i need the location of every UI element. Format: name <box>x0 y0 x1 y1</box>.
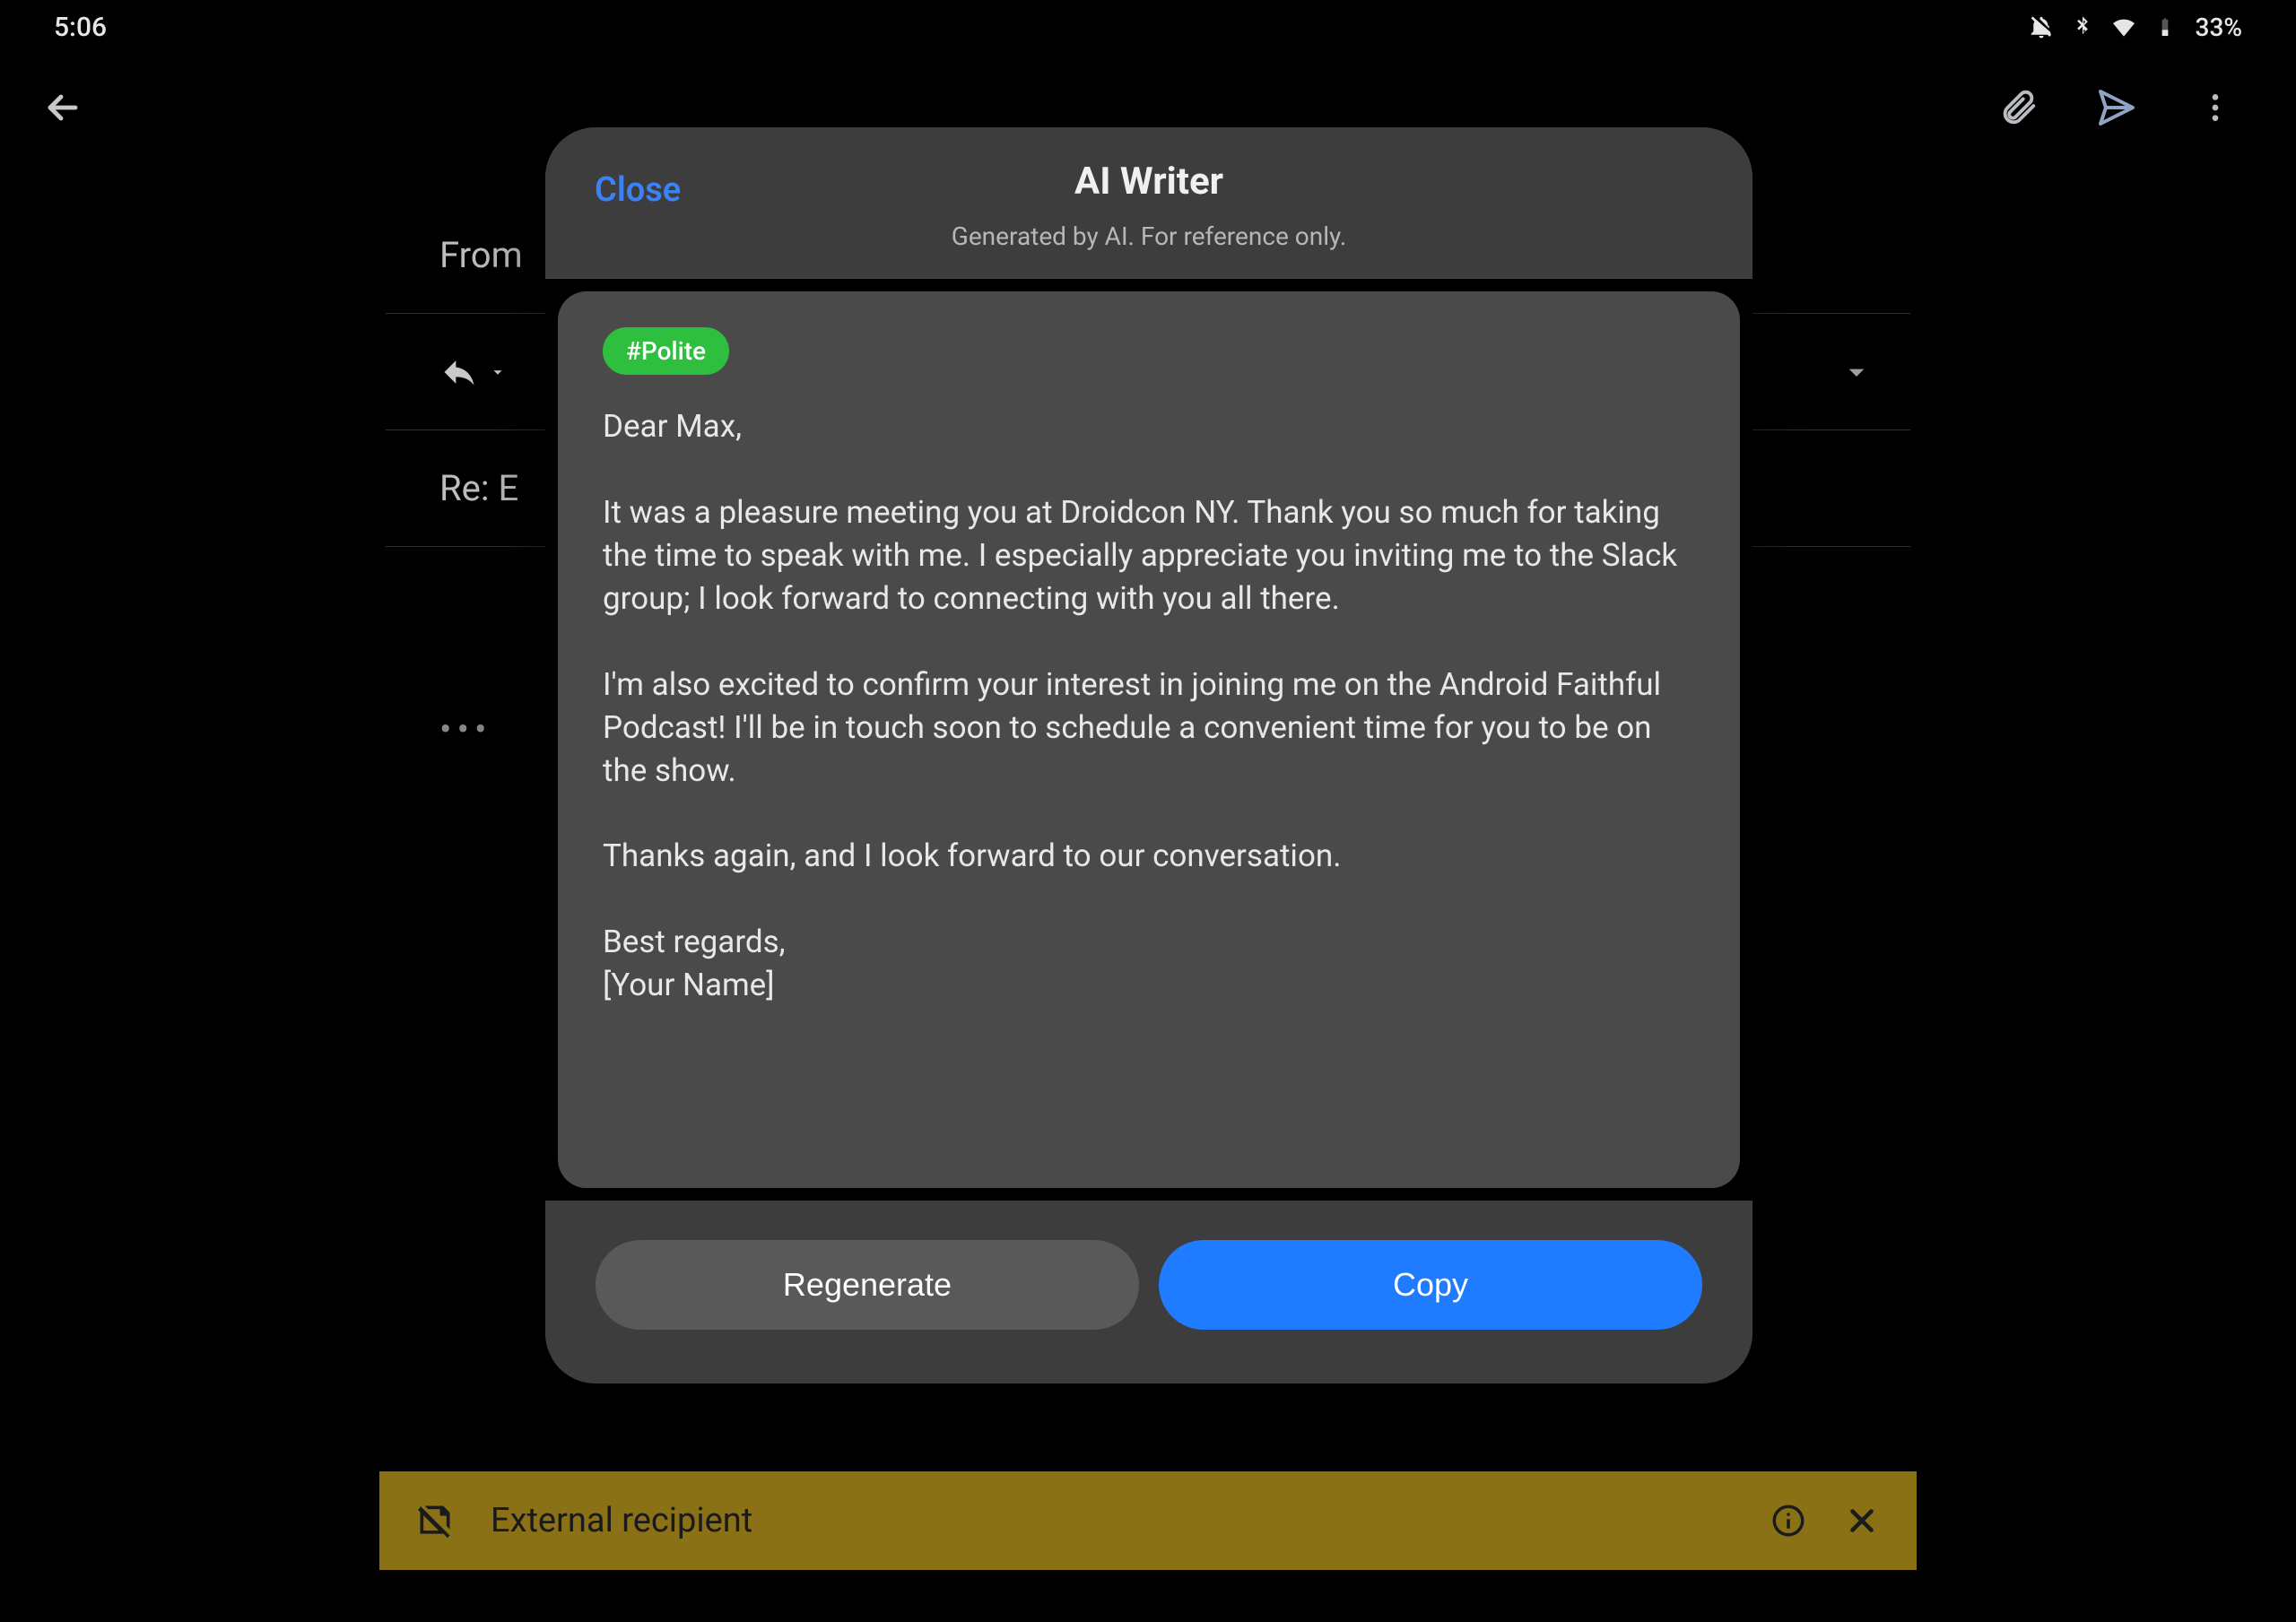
domain-disabled-icon <box>415 1501 455 1540</box>
more-horiz-icon[interactable]: ••• <box>439 708 492 750</box>
bluetooth-icon <box>2068 13 2097 41</box>
modal-subtitle: Generated by AI. For reference only. <box>599 221 1699 251</box>
back-button[interactable] <box>36 81 90 134</box>
expand-recipients[interactable] <box>1839 354 1874 390</box>
external-recipient-text: External recipient <box>491 1501 752 1540</box>
status-bar: 5:06 33% <box>0 0 2296 54</box>
generated-card[interactable]: #Polite Dear Max, It was a pleasure meet… <box>558 291 1740 1188</box>
banner-info-button[interactable] <box>1770 1502 1807 1540</box>
status-indicators: 33% <box>2027 13 2242 42</box>
reply-icon <box>439 352 508 392</box>
copy-button[interactable]: Copy <box>1159 1240 1702 1330</box>
modal-body: #Polite Dear Max, It was a pleasure meet… <box>545 279 1752 1201</box>
modal-close-button[interactable]: Close <box>595 170 681 210</box>
chevron-down-icon <box>488 362 508 382</box>
regenerate-button[interactable]: Regenerate <box>596 1240 1139 1330</box>
send-button[interactable] <box>2090 81 2144 134</box>
status-time: 5:06 <box>54 12 107 43</box>
tone-chip: #Polite <box>603 327 729 375</box>
battery-icon <box>2151 13 2179 41</box>
wifi-icon <box>2109 13 2138 41</box>
more-button[interactable] <box>2188 81 2242 134</box>
ai-writer-modal: Close AI Writer Generated by AI. For ref… <box>545 127 1752 1383</box>
banner-close-button[interactable] <box>1843 1502 1881 1540</box>
external-recipient-banner: External recipient <box>379 1471 1917 1570</box>
attach-button[interactable] <box>1991 81 2045 134</box>
modal-title: AI Writer <box>599 160 1699 204</box>
modal-footer: Regenerate Copy <box>545 1201 1752 1383</box>
subject-text: Re: E <box>439 467 518 509</box>
notifications-off-icon <box>2027 13 2056 41</box>
modal-header: Close AI Writer Generated by AI. For ref… <box>545 127 1752 279</box>
generated-text[interactable]: Dear Max, It was a pleasure meeting you … <box>603 405 1695 1007</box>
battery-percent: 33% <box>2196 13 2242 42</box>
from-label: From <box>439 234 523 276</box>
